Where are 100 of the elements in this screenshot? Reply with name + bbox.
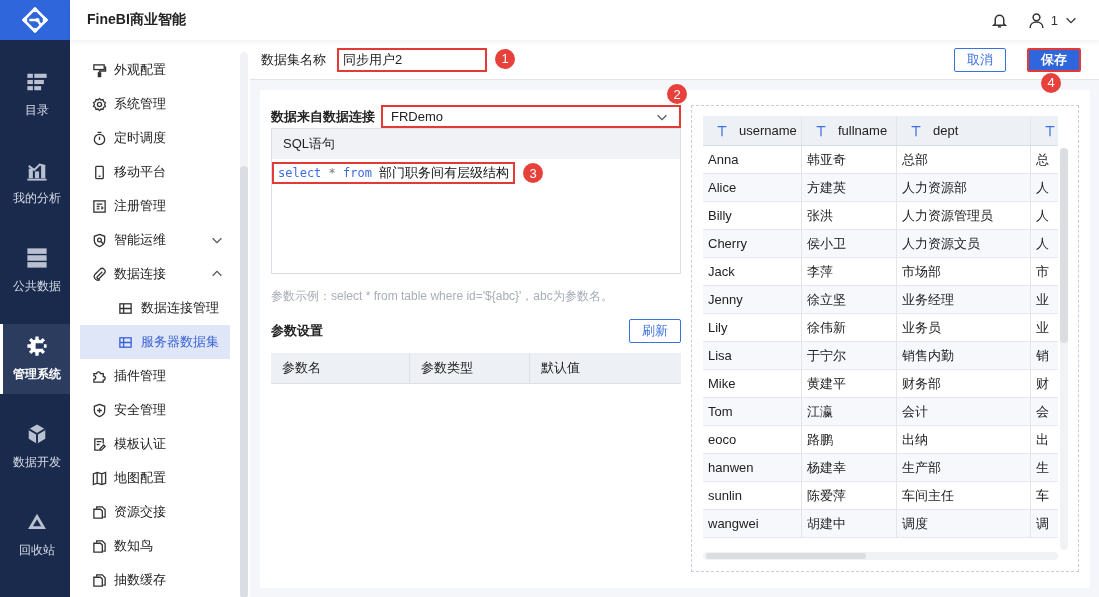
nav-item[interactable]: 数据开发 <box>0 412 70 482</box>
text-type-icon <box>814 123 828 138</box>
menu-item[interactable]: 数据连接管理 <box>80 291 230 325</box>
table-cell: 路鹏 <box>802 426 897 453</box>
notification-button[interactable] <box>990 11 1008 29</box>
editor-header: SQL语句 <box>272 129 680 159</box>
menu-item[interactable]: 插件管理 <box>70 359 230 393</box>
logo[interactable] <box>0 0 70 40</box>
list-icon <box>25 71 48 93</box>
nav-item[interactable]: 公共数据 <box>0 236 70 306</box>
shield-icon <box>92 402 107 418</box>
field-label: 数据集名称 <box>261 50 326 69</box>
callout-badge: 1 <box>495 48 515 69</box>
table-cell: Anna <box>703 146 802 173</box>
menu-item[interactable]: 安全管理 <box>70 393 230 427</box>
nav-item[interactable]: 我的分析 <box>0 148 70 218</box>
table-cell: 徐立坚 <box>802 286 897 313</box>
user-menu[interactable]: 1 <box>1027 11 1078 29</box>
table-cell: Alice <box>703 174 802 201</box>
table-cell: 业务经理 <box>897 286 1031 313</box>
menu-item[interactable]: 系统管理 <box>70 87 230 121</box>
menu-item[interactable]: 数知鸟 <box>70 529 230 563</box>
table-cell: 生产部 <box>897 454 1031 481</box>
copy-icon <box>92 504 107 520</box>
sql-editor[interactable]: SQL语句 select * from 部门职务间有层级结构 3 <box>271 128 681 274</box>
table-cell: 方建英 <box>802 174 897 201</box>
text-type-icon <box>909 123 923 138</box>
menu-item[interactable]: 资源交接 <box>70 495 230 529</box>
table-cell: 江瀛 <box>802 398 897 425</box>
section-title: 参数设置 <box>271 322 323 340</box>
text-type-icon <box>715 123 729 138</box>
nav-item[interactable]: 管理系统 <box>0 324 70 394</box>
table-cell: 韩亚奇 <box>802 146 897 173</box>
document-icon <box>92 436 107 452</box>
menu-item[interactable]: 模板认证 <box>70 427 230 461</box>
hint-text: 参数示例：select * from table where id='${abc}'，abc为参数名。 <box>271 288 614 305</box>
menu-item[interactable]: 地图配置 <box>70 461 230 495</box>
scrollbar[interactable] <box>703 552 1058 560</box>
column-header[interactable]: username <box>739 117 797 144</box>
menu-item[interactable]: 注册管理 <box>70 189 230 223</box>
table-cell: Billy <box>703 202 802 229</box>
paint-brush-icon <box>92 62 107 78</box>
table-cell: Lily <box>703 314 802 341</box>
user-icon <box>1027 11 1045 29</box>
table-icon <box>118 334 133 350</box>
menu-item[interactable]: 抽数缓存 <box>70 563 230 597</box>
table-cell: 陈爱萍 <box>802 482 897 509</box>
network-logo-icon <box>22 7 48 33</box>
table-cell: 张洪 <box>802 202 897 229</box>
table-cell: Mike <box>703 370 802 397</box>
table-cell: 业务员 <box>897 314 1031 341</box>
table-cell: Jack <box>703 258 802 285</box>
bell-icon <box>990 11 1008 29</box>
app-title: FineBI商业智能 <box>87 11 186 29</box>
menu-item[interactable]: 定时调度 <box>70 121 230 155</box>
nav-item[interactable]: 回收站 <box>0 500 70 570</box>
phone-icon <box>92 164 107 180</box>
column-header: 参数类型 <box>410 353 530 383</box>
shield-icon <box>92 232 107 248</box>
puzzle-icon <box>92 368 107 384</box>
table-cell: 徐伟新 <box>802 314 897 341</box>
menu-item[interactable]: 服务器数据集 <box>80 325 230 359</box>
stopwatch-icon <box>92 130 107 146</box>
table-cell: eoco <box>703 426 802 453</box>
menu-item[interactable]: 外观配置 <box>70 53 230 87</box>
scrollbar[interactable] <box>240 52 248 597</box>
form-icon <box>92 198 107 214</box>
column-header: 默认值 <box>540 359 581 377</box>
refresh-button[interactable]: 刷新 <box>629 319 681 343</box>
table-cell: 李萍 <box>802 258 897 285</box>
cancel-button[interactable]: 取消 <box>954 47 1006 72</box>
nav-item[interactable]: 目录 <box>0 60 70 130</box>
callout-badge: 3 <box>523 163 544 183</box>
connection-dropdown[interactable]: FRDemo <box>381 105 681 128</box>
table-cell: Lisa <box>703 342 802 369</box>
callout-badge: 2 <box>667 84 687 104</box>
table-cell: 车间主任 <box>897 482 1031 509</box>
scrollbar[interactable] <box>1060 148 1068 550</box>
column-header[interactable]: fullname <box>838 117 888 144</box>
table-cell: 人力资源部 <box>897 174 1031 201</box>
save-button[interactable]: 保存 <box>1027 47 1081 72</box>
menu-item[interactable]: 移动平台 <box>70 155 230 189</box>
table-cell: 于宁尔 <box>802 342 897 369</box>
table-cell: 销售内勤 <box>897 342 1031 369</box>
table-cell: Jenny <box>703 286 802 313</box>
column-header[interactable]: dept <box>933 117 959 144</box>
menu-item[interactable]: 数据连接 <box>70 257 230 291</box>
table-cell: sunlin <box>703 482 802 509</box>
column-header: 参数名 <box>271 353 410 383</box>
paperclip-icon <box>92 266 107 282</box>
table-cell: Cherry <box>703 230 802 257</box>
table-cell: 市场部 <box>897 258 1031 285</box>
table-cell: Tom <box>703 398 802 425</box>
menu-item[interactable]: 智能运维 <box>70 223 230 257</box>
gear-icon <box>25 335 48 357</box>
table-cell: 侯小卫 <box>802 230 897 257</box>
name-field[interactable]: 同步用户2 <box>337 47 487 72</box>
map-icon <box>92 470 107 486</box>
table-cell: 财务部 <box>897 370 1031 397</box>
copy-icon <box>92 572 107 588</box>
